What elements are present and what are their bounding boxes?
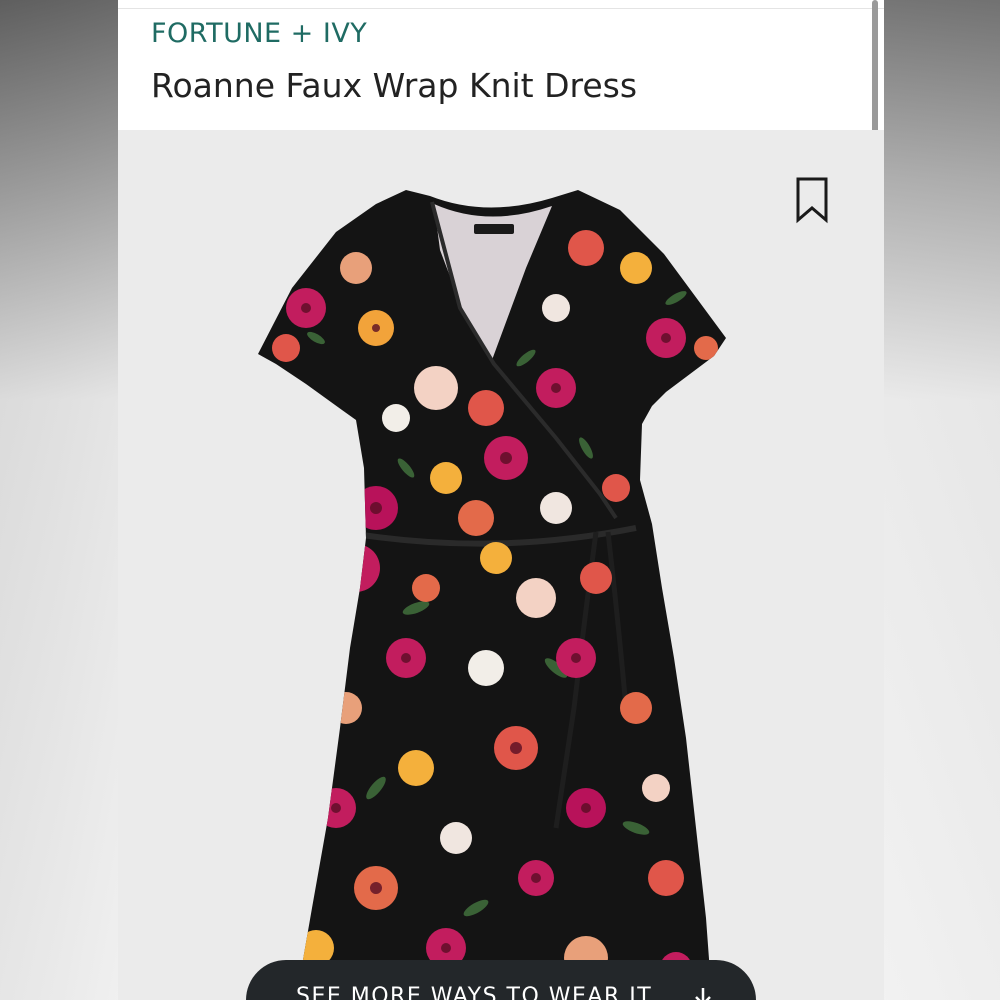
product-title: Roanne Faux Wrap Knit Dress: [151, 66, 638, 105]
scrollbar[interactable]: [872, 0, 878, 136]
brand-name[interactable]: FORTUNE + IVY: [151, 18, 367, 49]
left-backdrop: [0, 0, 118, 1000]
bookmark-icon[interactable]: [794, 176, 830, 224]
header-divider: [118, 8, 884, 9]
screenshot-frame: FORTUNE + IVY Roanne Faux Wrap Knit Dres…: [0, 0, 1000, 1000]
arrow-down-icon: [695, 988, 711, 1000]
product-screen: FORTUNE + IVY Roanne Faux Wrap Knit Dres…: [118, 0, 884, 1000]
product-header: FORTUNE + IVY Roanne Faux Wrap Knit Dres…: [118, 0, 884, 130]
cta-label: SEE MORE WAYS TO WEAR IT: [296, 984, 653, 1000]
product-image-area: [118, 130, 884, 1000]
see-more-ways-button[interactable]: SEE MORE WAYS TO WEAR IT: [246, 960, 756, 1000]
right-backdrop: [884, 0, 1000, 1000]
dress-photo: [258, 190, 726, 1000]
